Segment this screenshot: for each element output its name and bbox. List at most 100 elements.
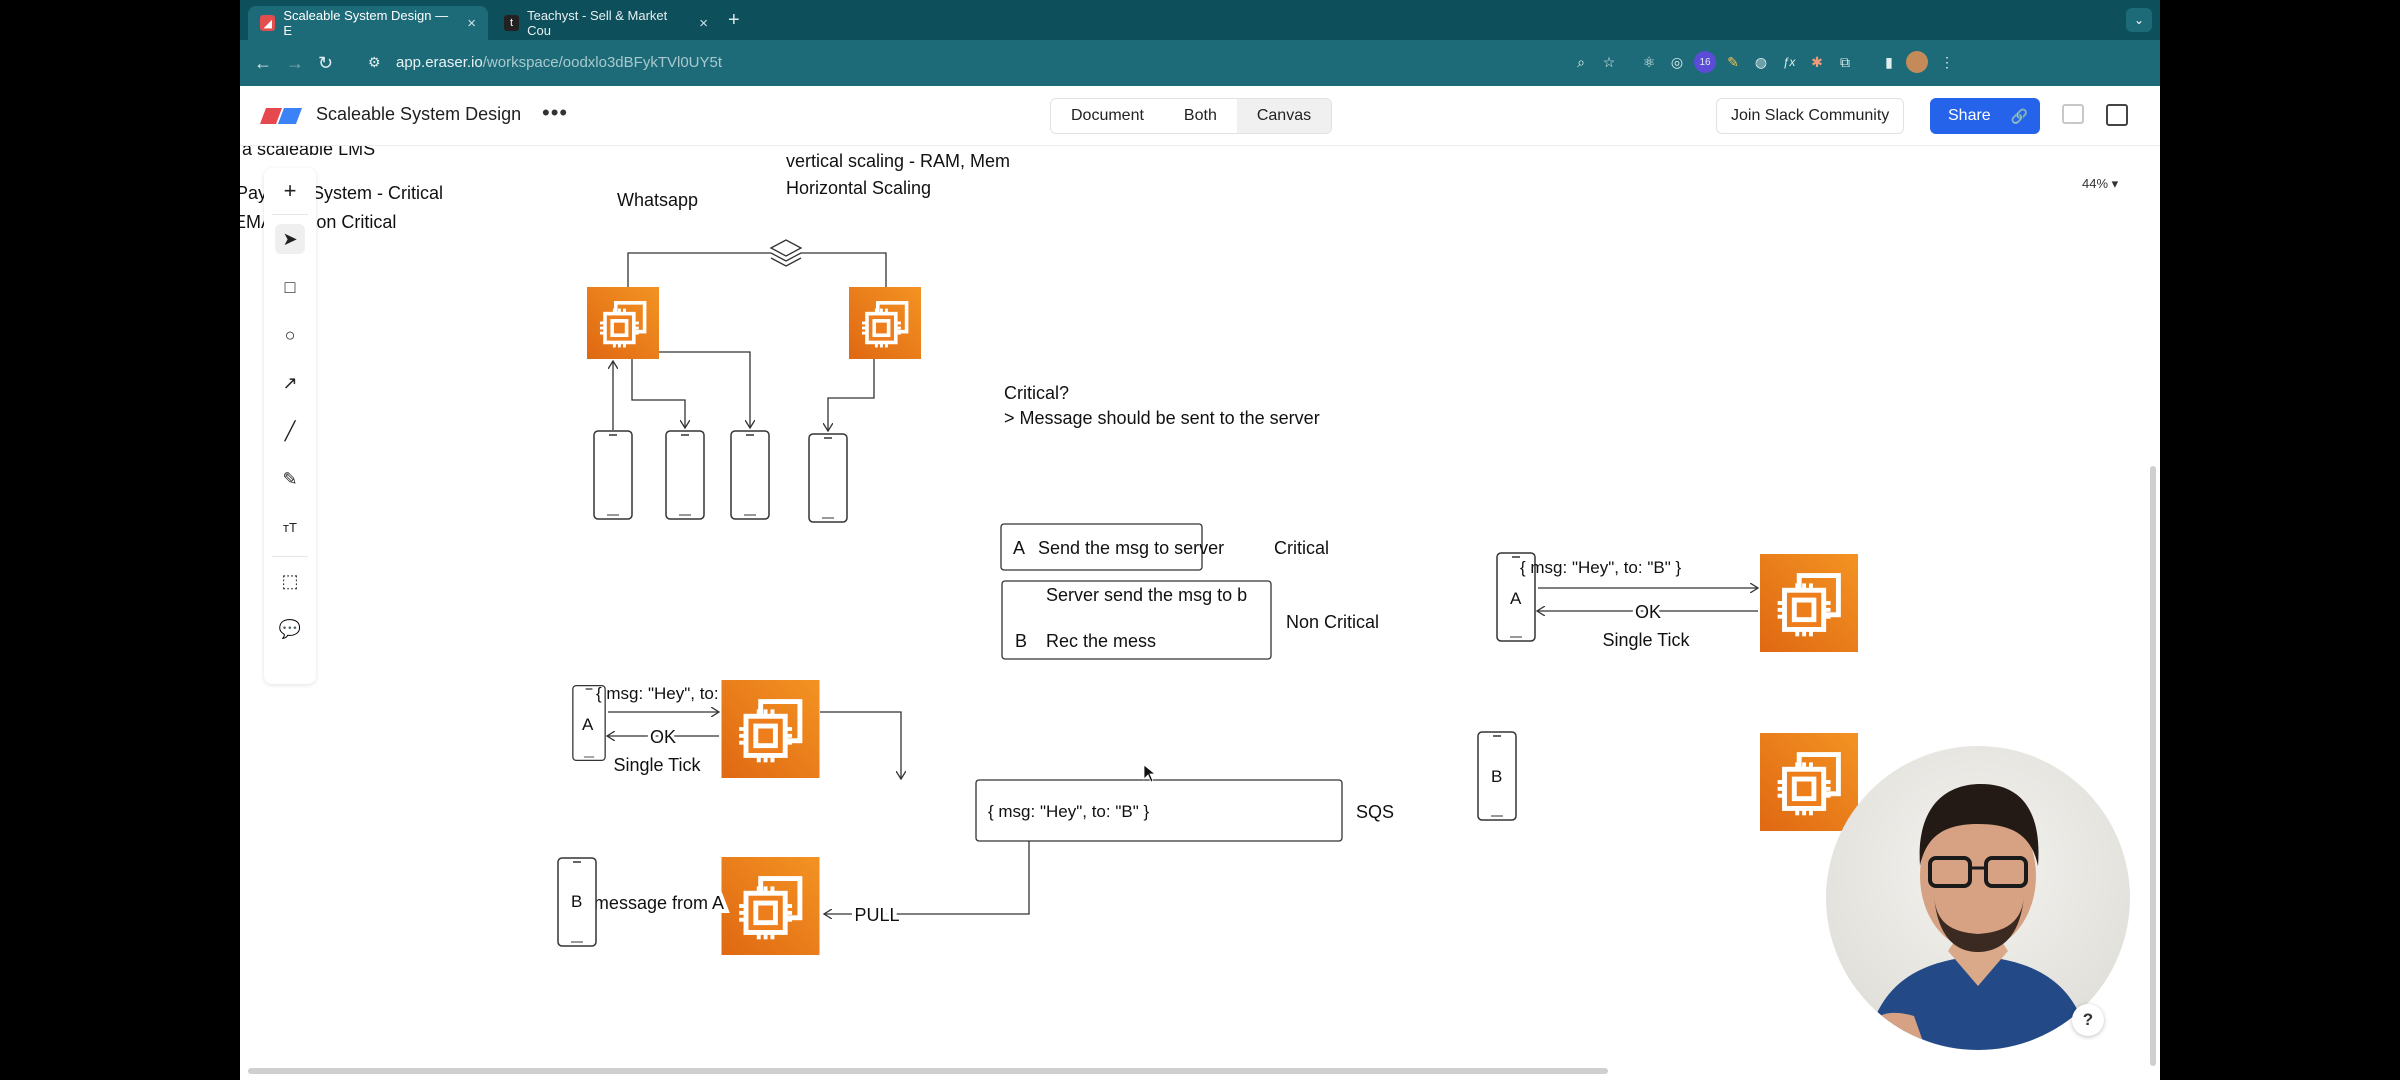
ec2-server-icon[interactable] (849, 287, 921, 359)
ec2-server-icon[interactable] (722, 857, 820, 955)
connector (627, 252, 771, 287)
comments-icon[interactable] (2062, 104, 2084, 124)
extension-globe-icon[interactable]: ◍ (1750, 51, 1772, 73)
ec2-server-icon[interactable] (722, 680, 820, 778)
queue-payload: { msg: "Hey", to: "B" } (988, 802, 1149, 821)
step-a-text: Send the msg to server (1038, 538, 1224, 558)
ec2-server-icon[interactable] (1760, 554, 1858, 652)
view-document-button[interactable]: Document (1051, 99, 1164, 133)
step-a-letter: A (1013, 538, 1025, 558)
view-both-button[interactable]: Both (1164, 99, 1237, 133)
url-host: app.eraser.io (396, 54, 483, 71)
arrow (659, 351, 750, 428)
label-sqs[interactable]: SQS (1356, 802, 1394, 822)
address-bar[interactable]: app.eraser.io/workspace/oodxlo3dBFykTVl0… (396, 54, 722, 71)
arrow (828, 359, 875, 431)
connector (938, 841, 1030, 915)
label-msg-payload[interactable]: { msg: "Hey", to: "B" } (1520, 558, 1681, 577)
note-lms[interactable]: a scaleable LMS (242, 146, 375, 159)
rectangle-tool-icon[interactable]: □ (275, 272, 305, 302)
tab-teachyst[interactable]: t Teachyst - Sell & Market Cou × (492, 6, 720, 40)
profile-avatar[interactable] (1906, 51, 1928, 73)
close-tab-icon[interactable]: × (699, 15, 708, 32)
phone-a-label: A (582, 715, 594, 734)
extension-pen-icon[interactable]: ✎ (1722, 51, 1744, 73)
close-tab-icon[interactable]: × (467, 15, 476, 32)
eraser-logo-icon[interactable] (260, 108, 302, 124)
text-tool-icon[interactable]: ᴛT (275, 512, 305, 542)
note-vertical-scaling[interactable]: vertical scaling - RAM, Mem (786, 151, 1010, 171)
ellipse-tool-icon[interactable]: ○ (275, 320, 305, 350)
zoom-level-dropdown[interactable]: 44% ▾ (2082, 176, 2118, 192)
label-single-tick[interactable]: Single Tick (1602, 630, 1690, 650)
site-info-icon[interactable]: ⚙ (368, 54, 381, 71)
load-balancer-icon[interactable] (769, 239, 803, 267)
tool-panel: + ➤ □ ○ ↗ ╱ ✎ ᴛT ⬚ 💬 (264, 168, 316, 684)
phone-a-label: A (1510, 589, 1522, 608)
label-non-critical[interactable]: Non Critical (1286, 612, 1379, 632)
add-icon[interactable]: + (275, 176, 305, 206)
note-critical-answer[interactable]: > Message should be sent to the server (1004, 408, 1320, 428)
tab-search-icon[interactable]: ⌄ (2126, 8, 2152, 32)
phone-icon[interactable] (808, 433, 848, 523)
link-icon: 🔗 (2010, 107, 2028, 124)
join-slack-button[interactable]: Join Slack Community (1716, 98, 1905, 134)
extension-fx-icon[interactable]: ƒx (1778, 51, 1800, 73)
vertical-scrollbar[interactable] (2150, 466, 2156, 1066)
ec2-server-icon[interactable] (587, 287, 659, 359)
label-pull[interactable]: PULL (850, 901, 903, 929)
drawing-canvas[interactable]: a scaleable LMS Payment System - Critica… (240, 146, 2160, 1080)
extension-circle-icon[interactable]: ◎ (1666, 51, 1688, 73)
ec2-server-icon[interactable] (1760, 733, 1858, 831)
step-b-letter: B (1015, 631, 1027, 651)
browser-window: ◢ Scaleable System Design — E × t Teachy… (240, 0, 2160, 1080)
divider (272, 556, 308, 557)
view-canvas-button[interactable]: Canvas (1236, 99, 1332, 133)
line-tool-icon[interactable]: ╱ (275, 416, 305, 446)
frame-tool-icon[interactable]: ⬚ (275, 566, 305, 596)
horizontal-scrollbar[interactable] (248, 1068, 1608, 1074)
note-horizontal-scaling[interactable]: Horizontal Scaling (786, 178, 931, 198)
more-options-icon[interactable]: ••• (542, 100, 568, 126)
zoom-level: 44% (2082, 176, 2109, 191)
forward-icon[interactable]: → (286, 53, 304, 74)
extension-react-icon[interactable]: ⚛ (1638, 51, 1660, 73)
label-ok[interactable]: OK (1632, 599, 1664, 625)
zoom-icon[interactable]: ⌕ (1570, 51, 1592, 73)
tab-title: Scaleable System Design — E (283, 8, 449, 38)
help-button[interactable]: ? (2072, 1004, 2104, 1036)
view-mode-toggle: Document Both Canvas (1050, 98, 1333, 134)
reload-icon[interactable]: ↻ (318, 53, 333, 74)
phone-icon[interactable] (593, 430, 633, 520)
comment-tool-icon[interactable]: 💬 (275, 614, 305, 644)
tab-bar: ◢ Scaleable System Design — E × t Teachy… (240, 0, 2160, 40)
new-tab-icon[interactable]: + (728, 9, 740, 32)
note-critical-question[interactable]: Critical? (1004, 383, 1069, 403)
side-panel-icon[interactable]: ▮ (1878, 51, 1900, 73)
tab-scaleable-system-design[interactable]: ◢ Scaleable System Design — E × (248, 6, 488, 40)
teachyst-favicon-icon: t (504, 15, 520, 31)
phone-icon[interactable] (730, 430, 770, 520)
label-ok[interactable]: OK (647, 724, 679, 750)
browser-menu-icon[interactable]: ⋮ (1936, 51, 1958, 73)
phone-icon[interactable] (665, 430, 705, 520)
pen-tool-icon[interactable]: ✎ (275, 464, 305, 494)
connector (801, 252, 887, 287)
label-message-from-a[interactable]: A message from A (574, 889, 728, 917)
back-icon[interactable]: ← (254, 53, 272, 74)
arrow-tool-icon[interactable]: ↗ (275, 368, 305, 398)
bookmark-star-icon[interactable]: ☆ (1598, 51, 1620, 73)
select-tool-icon[interactable]: ➤ (275, 224, 305, 254)
label-single-tick[interactable]: Single Tick (613, 755, 701, 775)
label-whatsapp[interactable]: Whatsapp (617, 190, 698, 210)
extension-badge-icon[interactable]: 16 (1694, 51, 1716, 73)
step-server-text: Server send the msg to b (1046, 585, 1247, 605)
document-title[interactable]: Scaleable System Design (316, 104, 521, 125)
share-button[interactable]: Share 🔗 (1930, 98, 2040, 134)
label-critical[interactable]: Critical (1274, 538, 1329, 558)
extensions-puzzle-icon[interactable]: ⧉ (1834, 51, 1856, 73)
phone-b-label: B (571, 892, 582, 911)
eraser-favicon-icon: ◢ (260, 15, 276, 31)
side-panel-toggle-icon[interactable] (2106, 104, 2128, 126)
extension-bug-icon[interactable]: ✱ (1806, 51, 1828, 73)
